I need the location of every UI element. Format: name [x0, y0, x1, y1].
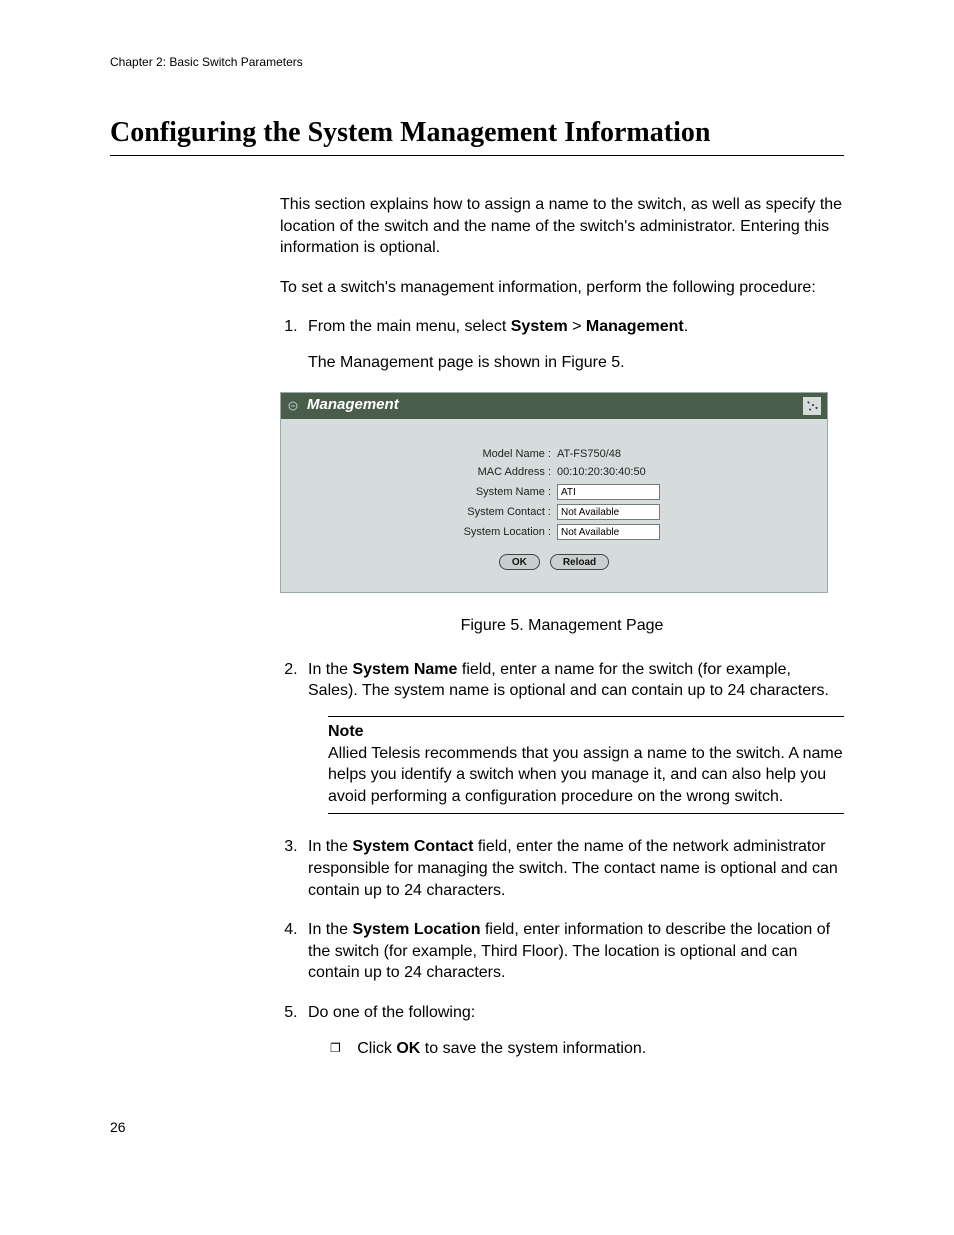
step-1-followup: The Management page is shown in Figure 5… [308, 352, 844, 374]
step-4-pre: In the [308, 921, 352, 938]
system-name-label: System Name : [391, 485, 551, 500]
step-1-post: . [684, 318, 688, 335]
mac-address-label: MAC Address : [391, 465, 551, 480]
logo-icon [803, 397, 821, 415]
step-1-text: From the main menu, select System > Mana… [308, 318, 688, 335]
reload-button[interactable]: Reload [550, 554, 609, 570]
intro-paragraph-2: To set a switch's management information… [280, 277, 844, 299]
step-5: Do one of the following: Click OK to sav… [302, 1002, 844, 1059]
system-name-input[interactable] [557, 484, 660, 500]
title-rule [110, 155, 844, 156]
page-number: 26 [110, 1119, 844, 1135]
step-2-pre: In the [308, 661, 352, 678]
note-block: Note Allied Telesis recommends that you … [328, 716, 844, 814]
step-1-management: Management [586, 318, 684, 335]
mac-address-value: 00:10:20:30:40:50 [557, 465, 717, 480]
figure-5: Management Model Name : AT-FS750/48 MAC … [280, 392, 844, 637]
step-3-pre: In the [308, 838, 352, 855]
step-1-mid: > [568, 318, 586, 335]
step-1-pre: From the main menu, select [308, 318, 511, 335]
section-title: Configuring the System Management Inform… [110, 117, 844, 149]
model-name-value: AT-FS750/48 [557, 447, 717, 462]
step-2-text: In the System Name field, enter a name f… [308, 661, 829, 700]
management-form: Model Name : AT-FS750/48 MAC Address : 0… [281, 419, 827, 593]
step-2: In the System Name field, enter a name f… [302, 659, 844, 815]
system-contact-label: System Contact : [391, 505, 551, 520]
step-2-field: System Name [352, 661, 457, 678]
step-3: In the System Contact field, enter the n… [302, 836, 844, 901]
step-3-field: System Contact [352, 838, 473, 855]
step-5-sub-pre: Click [357, 1040, 396, 1057]
step-5-sub-ok: OK [396, 1040, 420, 1057]
model-name-label: Model Name : [391, 447, 551, 462]
system-location-label: System Location : [391, 525, 551, 540]
step-4-field: System Location [352, 921, 480, 938]
figure-caption: Figure 5. Management Page [280, 615, 844, 637]
intro-paragraph-1: This section explains how to assign a na… [280, 194, 844, 259]
step-4: In the System Location field, enter info… [302, 919, 844, 984]
step-5-sub-1: Click OK to save the system information. [330, 1038, 844, 1060]
step-1-system: System [511, 318, 568, 335]
management-titlebar: Management [281, 393, 827, 419]
step-1: From the main menu, select System > Mana… [302, 316, 844, 373]
chapter-header: Chapter 2: Basic Switch Parameters [110, 55, 844, 69]
note-rule-bottom [328, 813, 844, 814]
note-body: Allied Telesis recommends that you assig… [328, 743, 844, 808]
management-panel: Management Model Name : AT-FS750/48 MAC … [280, 392, 828, 594]
system-location-input[interactable] [557, 524, 660, 540]
step-5-sub-post: to save the system information. [420, 1040, 646, 1057]
system-contact-input[interactable] [557, 504, 660, 520]
step-5-text: Do one of the following: [308, 1004, 475, 1021]
step-3-text: In the System Contact field, enter the n… [308, 838, 838, 898]
ok-button[interactable]: OK [499, 554, 540, 570]
note-label: Note [328, 721, 844, 743]
management-title: Management [307, 395, 803, 415]
collapse-icon[interactable] [287, 400, 299, 412]
step-4-text: In the System Location field, enter info… [308, 921, 830, 981]
